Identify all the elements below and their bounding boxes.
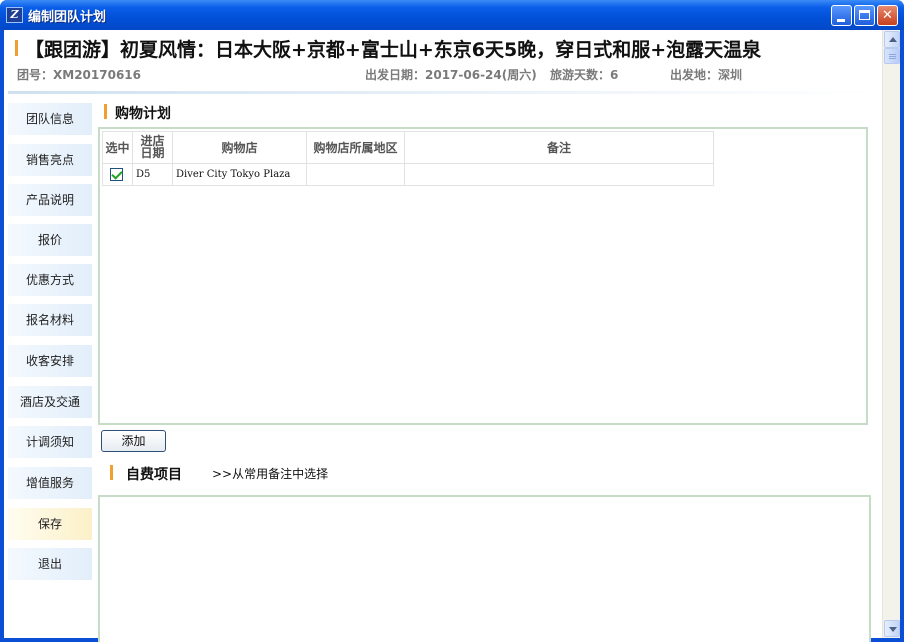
optional-accent-bar <box>110 465 113 480</box>
nav-product-description[interactable]: 产品说明 <box>8 184 92 216</box>
col-visit-day[interactable]: 进店 日期 <box>132 131 173 164</box>
nav-hotel-transport[interactable]: 酒店及交通 <box>8 386 92 418</box>
arrow-down-icon <box>889 627 897 632</box>
nav-customer-arrangement[interactable]: 收客安排 <box>8 345 92 377</box>
pick-from-common-notes-link[interactable]: >>从常用备注中选择 <box>212 465 328 482</box>
optional-items-title: 自费项目 <box>126 467 182 483</box>
title-accent-bar <box>15 40 18 56</box>
col-store-region[interactable]: 购物店所属地区 <box>306 131 405 164</box>
row-note[interactable] <box>404 163 714 186</box>
save-button[interactable]: 保存 <box>8 508 92 540</box>
group-code: 团号：XM20170616 <box>17 68 141 82</box>
col-store[interactable]: 购物店 <box>172 131 307 164</box>
tour-title: 【跟团游】初夏风情：日本大阪+京都+富士山+东京6天5晚，穿日式和服+泡露天温泉 <box>25 39 762 61</box>
vertical-scrollbar[interactable] <box>882 30 900 638</box>
header-divider <box>8 91 876 94</box>
row-store-region[interactable] <box>306 163 405 186</box>
client-area: 【跟团游】初夏风情：日本大阪+京都+富士山+东京6天5晚，穿日式和服+泡露天温泉… <box>4 30 900 642</box>
shopping-plan-title: 购物计划 <box>115 106 171 122</box>
table-row[interactable]: D5 Diver City Tokyo Plaza <box>102 163 714 186</box>
app-icon: Z <box>6 7 23 23</box>
grip-line <box>889 58 896 59</box>
departure-date: 出发日期：2017-06-24(周六) <box>365 68 537 82</box>
tour-days: 旅游天数：6 <box>550 68 619 82</box>
nav-team-info[interactable]: 团队信息 <box>8 103 92 135</box>
optional-items-textarea[interactable] <box>98 495 871 642</box>
scroll-up-button[interactable] <box>884 31 900 48</box>
departure-city: 出发地：深圳 <box>670 68 743 82</box>
grip-line <box>889 54 896 55</box>
nav-signup-materials[interactable]: 报名材料 <box>8 304 92 336</box>
row-select-cell[interactable] <box>102 163 133 186</box>
scroll-thumb[interactable] <box>884 48 900 64</box>
maximize-button[interactable] <box>854 5 875 26</box>
shopping-table: 选中 进店 日期 购物店 购物店所属地区 备注 D5 Diver City Tok… <box>102 131 714 186</box>
col-select[interactable]: 选中 <box>102 131 133 164</box>
nav-operator-notes[interactable]: 计调须知 <box>8 426 92 458</box>
shopping-accent-bar <box>104 104 107 119</box>
add-button[interactable]: 添加 <box>101 430 166 452</box>
arrow-up-icon <box>889 37 897 42</box>
row-checkbox-checked[interactable] <box>110 168 123 181</box>
row-visit-day[interactable]: D5 <box>132 163 173 186</box>
exit-button[interactable]: 退出 <box>8 548 92 580</box>
close-button[interactable]: ✕ <box>877 5 898 26</box>
nav-discounts[interactable]: 优惠方式 <box>8 264 92 296</box>
grip-line <box>889 56 896 57</box>
title-bar[interactable]: Z 编制团队计划 ✕ <box>0 0 904 30</box>
row-store[interactable]: Diver City Tokyo Plaza <box>172 163 307 186</box>
nav-quote[interactable]: 报价 <box>8 224 92 256</box>
table-header-row: 选中 进店 日期 购物店 购物店所属地区 备注 <box>102 131 714 164</box>
col-visit-day-line2: 日期 <box>140 146 165 160</box>
minimize-icon <box>837 19 845 22</box>
close-icon: ✕ <box>882 8 893 23</box>
window-title: 编制团队计划 <box>28 10 107 25</box>
maximize-icon <box>859 10 870 20</box>
app-window: Z 编制团队计划 ✕ 【跟团游】初夏风情：日本大阪+京都+富士山+东京6天5晚，… <box>0 0 904 642</box>
nav-sales-highlights[interactable]: 销售亮点 <box>8 144 92 176</box>
col-note[interactable]: 备注 <box>404 131 714 164</box>
minimize-button[interactable] <box>831 5 852 26</box>
nav-value-added[interactable]: 增值服务 <box>8 467 92 499</box>
shopping-grid: 选中 进店 日期 购物店 购物店所属地区 备注 D5 Diver City Tok… <box>98 127 868 425</box>
scroll-down-button[interactable] <box>884 620 900 637</box>
